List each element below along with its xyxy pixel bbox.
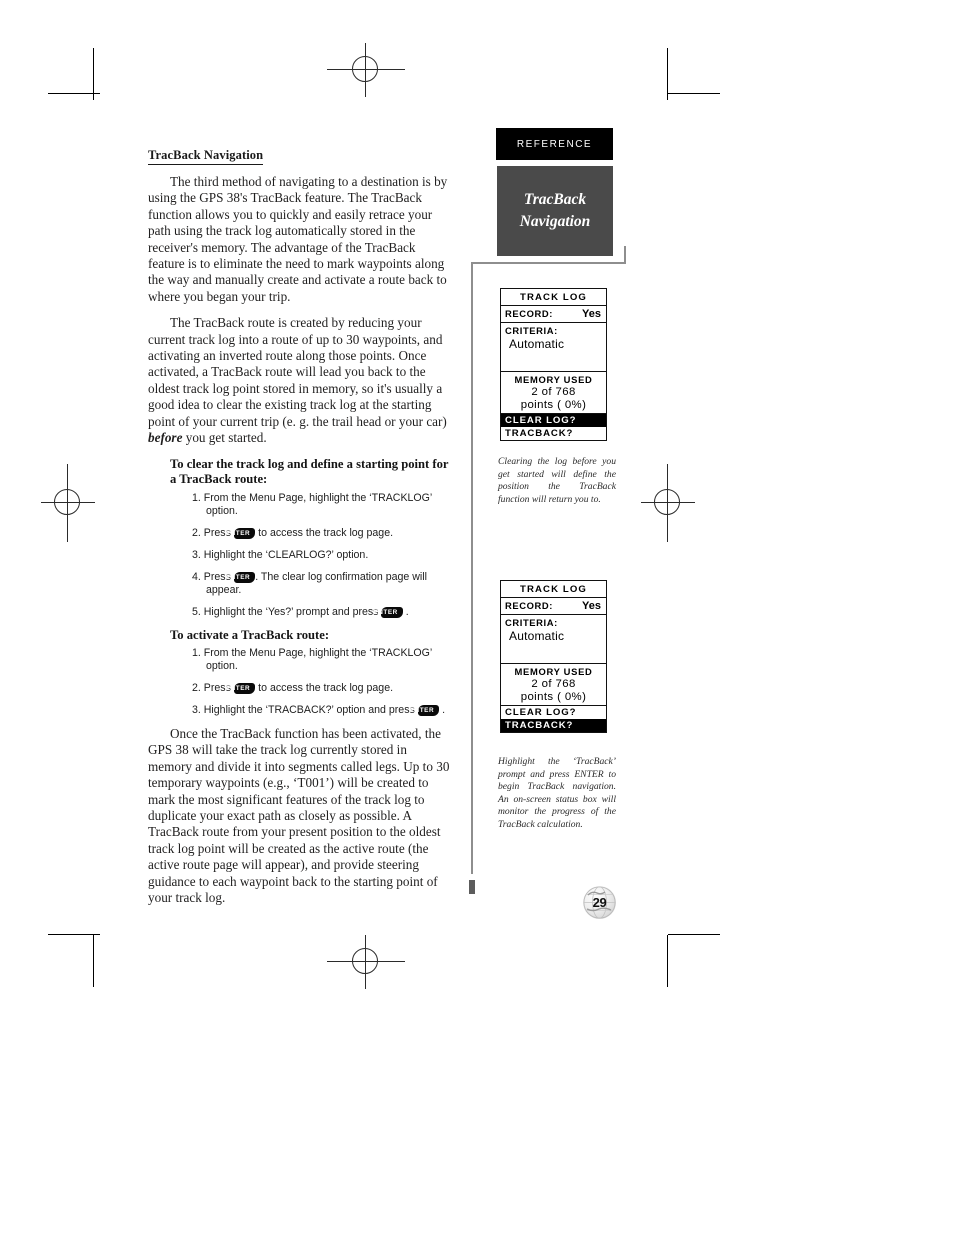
gps-record-label: RECORD: bbox=[505, 308, 553, 319]
paragraph-tracback-route-b: you get started. bbox=[182, 430, 267, 446]
list-item: 3. Highlight the ‘CLEARLOG?’ option. bbox=[192, 549, 453, 562]
gps-record-row-2: RECORD: Yes bbox=[501, 598, 606, 615]
step-number: 3. bbox=[192, 548, 204, 561]
procedure-2-steps: 1. From the Menu Page, highlight the ‘TR… bbox=[148, 647, 453, 717]
gps-criteria-block: CRITERIA: Automatic bbox=[501, 323, 606, 372]
figure-1-caption: Clearing the log before you get started … bbox=[498, 456, 616, 505]
crop-mark-top-right-h bbox=[668, 93, 720, 94]
enter-key-icon: ENTER bbox=[226, 571, 256, 583]
step-text: From the Menu Page, highlight the ‘TRACK… bbox=[203, 647, 432, 672]
page-number: 29 bbox=[592, 895, 607, 910]
enter-key-icon: ENTER bbox=[226, 683, 256, 694]
step-number: 1. bbox=[192, 647, 204, 659]
gps-screen-title-2: TRACK LOG bbox=[501, 581, 606, 598]
gps-option-tracback-2[interactable]: TRACBACK? bbox=[501, 719, 606, 732]
step-text-cont: . bbox=[402, 605, 409, 618]
figure-2-caption: Highlight the ‘TracBack’ prompt and pres… bbox=[498, 756, 616, 830]
gps-record-value: Yes bbox=[582, 308, 601, 320]
list-item: 5. Highlight the ‘Yes?’ prompt and press… bbox=[192, 606, 453, 619]
crop-mark-bottom-left-v bbox=[93, 935, 94, 987]
figure-track-log-clearlog: TRACK LOG RECORD: Yes CRITERIA: Automati… bbox=[500, 288, 607, 441]
paragraph-intro: The third method of navigating to a dest… bbox=[148, 174, 448, 304]
step-number: 2. bbox=[192, 526, 204, 539]
enter-key-icon: ENTER bbox=[410, 705, 440, 716]
step-text: Highlight the ‘TRACBACK?’ option and pre… bbox=[203, 704, 418, 716]
gps-record-row: RECORD: Yes bbox=[501, 306, 606, 323]
step-text-cont: to access the track log page. bbox=[255, 526, 394, 539]
reference-band: REFERENCE bbox=[496, 128, 613, 160]
gps-record-label-2: RECORD: bbox=[505, 600, 553, 611]
column-divider-end-marker bbox=[469, 880, 475, 894]
step-text-cont: . bbox=[439, 704, 446, 716]
step-number: 3. bbox=[192, 704, 204, 716]
manual-page: REFERENCE TracBack Navigation TracBack N… bbox=[0, 0, 954, 1235]
registration-mark-top bbox=[327, 43, 405, 97]
gps-memory-block: MEMORY USED 2 of 768 points ( 0%) bbox=[501, 372, 606, 414]
enter-key-icon: ENTER bbox=[226, 527, 256, 539]
reference-band-label: REFERENCE bbox=[516, 138, 593, 150]
step-number: 4. bbox=[192, 570, 204, 583]
enter-key-icon: ENTER bbox=[373, 606, 403, 618]
gps-criteria-label: CRITERIA: bbox=[505, 325, 558, 336]
gps-memory-heading: MEMORY USED bbox=[514, 374, 593, 385]
gps-criteria-value: Automatic bbox=[509, 337, 565, 351]
procedure-1-heading: To clear the track log and define a star… bbox=[170, 456, 449, 487]
step-number: 2. bbox=[192, 682, 204, 694]
chapter-title-line1: TracBack bbox=[523, 191, 587, 208]
procedure-1-steps: 1. From the Menu Page, highlight the ‘TR… bbox=[148, 492, 453, 619]
crop-mark-bottom-right-v bbox=[667, 935, 668, 987]
gps-option-clear-log[interactable]: CLEAR LOG? bbox=[501, 414, 606, 427]
chapter-title-band: TracBack Navigation bbox=[497, 166, 613, 256]
gps-record-value-2: Yes bbox=[582, 600, 601, 612]
page-number-badge: 29 bbox=[583, 886, 616, 919]
registration-mark-left bbox=[41, 464, 95, 542]
crop-mark-top-left-v bbox=[93, 48, 94, 100]
chapter-title-line2: Navigation bbox=[519, 213, 591, 230]
registration-mark-right bbox=[641, 464, 695, 542]
gps-screen-title: TRACK LOG bbox=[501, 289, 606, 306]
crop-mark-bottom-right-h bbox=[668, 934, 720, 935]
step-text: From the Menu Page, highlight the ‘TRACK… bbox=[203, 491, 432, 517]
gps-criteria-value-2: Automatic bbox=[509, 629, 565, 643]
step-number: 5. bbox=[192, 605, 204, 618]
gps-memory-percent: points ( 0%) bbox=[520, 399, 587, 411]
list-item: 2. Press ENTER to access the track log p… bbox=[192, 682, 453, 695]
text-column: TracBack Navigation The third method of … bbox=[148, 146, 453, 916]
gps-criteria-block-2: CRITERIA: Automatic bbox=[501, 615, 606, 664]
sidebar-frame-rule-top bbox=[471, 262, 626, 264]
paragraph-after-activation: Once the TracBack function has been acti… bbox=[148, 726, 450, 906]
gps-memory-heading-2: MEMORY USED bbox=[514, 666, 593, 677]
list-item: 4. Press ENTER. The clear log confirmati… bbox=[192, 571, 453, 597]
gps-memory-count-2: 2 of 768 bbox=[531, 678, 576, 690]
gps-memory-count: 2 of 768 bbox=[531, 386, 576, 398]
page-title: TracBack Navigation bbox=[148, 148, 264, 165]
step-text: Highlight the ‘CLEARLOG?’ option. bbox=[203, 548, 369, 561]
gps-memory-percent-2: points ( 0%) bbox=[520, 691, 587, 703]
list-item: 1. From the Menu Page, highlight the ‘TR… bbox=[192, 492, 453, 518]
gps-criteria-label-2: CRITERIA: bbox=[505, 617, 558, 628]
list-item: 1. From the Menu Page, highlight the ‘TR… bbox=[192, 647, 453, 673]
paragraph-tracback-route-a: The TracBack route is created by reducin… bbox=[148, 315, 447, 429]
step-text: Highlight the ‘Yes?’ prompt and press bbox=[203, 605, 382, 618]
list-item: 2. Press ENTER to access the track log p… bbox=[192, 527, 453, 540]
gps-memory-block-2: MEMORY USED 2 of 768 points ( 0%) bbox=[501, 664, 606, 706]
emphasis-before: before bbox=[148, 430, 183, 446]
gps-option-tracback[interactable]: TRACBACK? bbox=[501, 427, 606, 440]
procedure-2-heading: To activate a TracBack route: bbox=[170, 627, 330, 642]
figure-track-log-tracback: TRACK LOG RECORD: Yes CRITERIA: Automati… bbox=[500, 580, 607, 733]
column-divider-rule bbox=[471, 262, 473, 874]
list-item: 3. Highlight the ‘TRACBACK?’ option and … bbox=[192, 704, 453, 717]
step-text-cont: to access the track log page. bbox=[255, 682, 394, 694]
gps-option-clear-log-2[interactable]: CLEAR LOG? bbox=[501, 706, 606, 719]
paragraph-tracback-route: The TracBack route is created by reducin… bbox=[148, 315, 453, 446]
registration-mark-bottom bbox=[327, 935, 405, 989]
step-number: 1. bbox=[192, 491, 204, 504]
